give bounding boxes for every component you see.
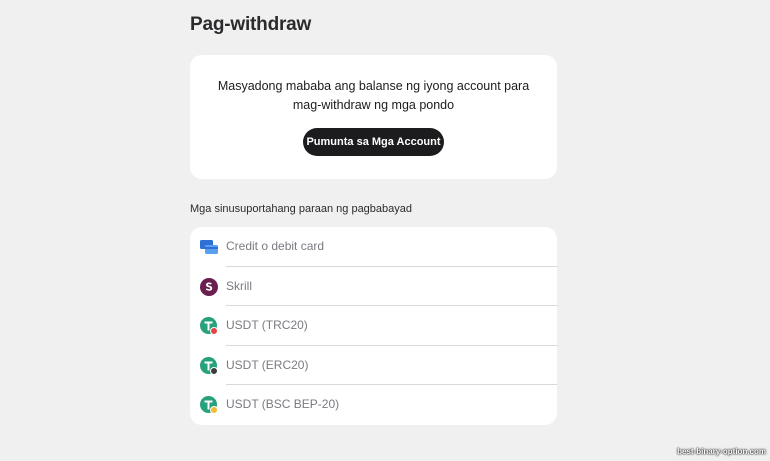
payment-method-label: USDT (TRC20) <box>226 318 308 333</box>
payment-method-usdt-trc20[interactable]: USDT (TRC20) <box>190 306 557 346</box>
low-balance-card: Masyadong mababa ang balanse ng iyong ac… <box>190 55 557 179</box>
go-to-accounts-button[interactable]: Pumunta sa Mga Account <box>303 128 444 156</box>
low-balance-message: Masyadong mababa ang balanse ng iyong ac… <box>217 79 530 112</box>
payment-methods-list: Credit o debit card Skrill USDT (TRC20) … <box>190 227 557 425</box>
payment-method-label: USDT (ERC20) <box>226 357 309 372</box>
payment-method-usdt-bep20[interactable]: USDT (BSC BEP-20) <box>190 385 557 425</box>
payment-method-label: Credit o debit card <box>226 239 325 253</box>
usdt-erc20-icon <box>200 356 218 375</box>
payment-method-label: Skrill <box>226 278 252 293</box>
page-title: Pag-withdraw <box>190 14 312 35</box>
payment-method-card[interactable]: Credit o debit card <box>190 227 557 267</box>
card-icon <box>200 240 218 254</box>
skrill-icon <box>200 277 218 296</box>
watermark: best-binary-option.com <box>677 447 766 456</box>
usdt-bep20-icon <box>200 396 218 415</box>
payment-methods-label: Mga sinusuportahang paraan ng pagbabayad <box>190 203 413 215</box>
usdt-trc20-icon <box>200 317 218 336</box>
payment-method-label: USDT (BSC BEP-20) <box>226 397 340 412</box>
payment-method-skrill[interactable]: Skrill <box>190 267 557 307</box>
payment-method-usdt-erc20[interactable]: USDT (ERC20) <box>190 346 557 386</box>
